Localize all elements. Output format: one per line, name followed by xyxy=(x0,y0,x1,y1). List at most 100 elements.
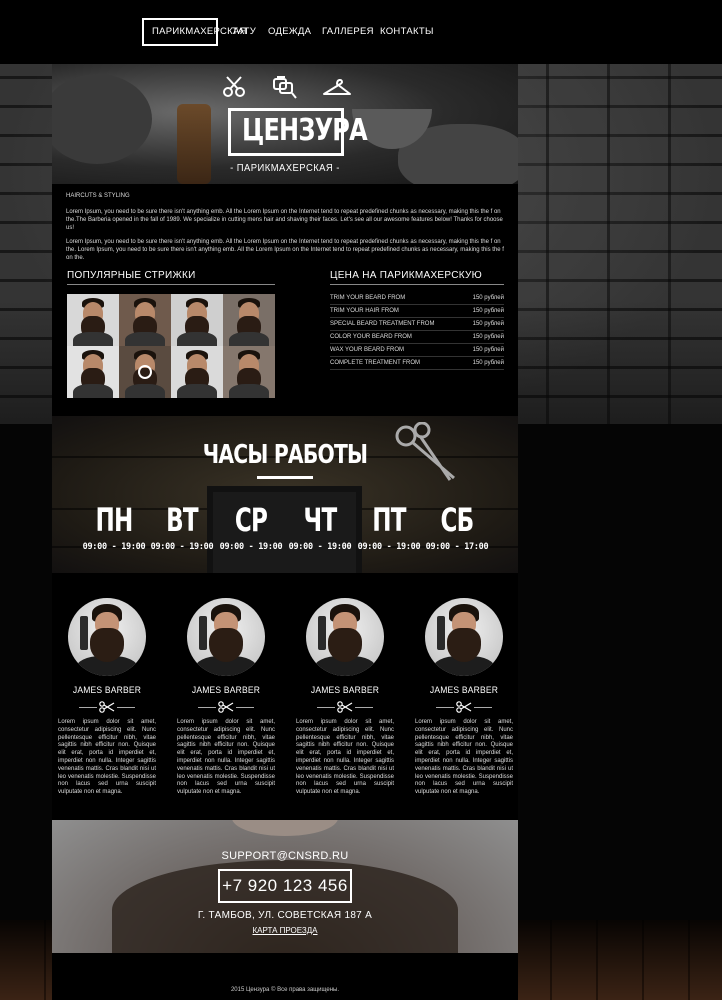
main-content: ЦЕНЗУРА - ПАРИКМАХЕРСКАЯ - HAIRCUTS & ST… xyxy=(52,64,518,1000)
map-link-wrapper: КАРТА ПРОЕЗДА xyxy=(52,926,518,935)
price-service: TRIM YOUR HAIR FROM xyxy=(330,308,399,314)
day-time: 09:00 - 17:00 xyxy=(425,542,489,552)
scissors-icon xyxy=(223,76,245,97)
prices-title-text: ЦЕНА НА ПАРИКМАХЕРСКУЮ xyxy=(330,270,483,281)
barber-name: JAMES BARBER xyxy=(191,685,261,696)
price-row: COMPLETE TREATMENT FROM 150 рублей xyxy=(330,357,504,370)
day-tuesday: ВТ 09:00 - 19:00 xyxy=(147,502,217,552)
nav-item-clothing[interactable]: ОДЕЖДА xyxy=(268,18,311,46)
barber-description: Lorem ipsum dolor sit amet, consectetur … xyxy=(415,719,513,796)
barber-photo[interactable] xyxy=(425,598,503,676)
barber-name: JAMES BARBER xyxy=(310,685,380,696)
intro-paragraph-1: Lorem Ipsum, you need to be sure there i… xyxy=(66,209,503,231)
footer-copyright: 2015 Цензура © Все права защищены. xyxy=(230,987,340,993)
price-value: 150 рублей xyxy=(472,334,504,340)
barber-card: JAMES BARBER Lorem ipsum dolor sit amet,… xyxy=(58,598,156,797)
contact-phone[interactable]: +7 920 123 456 xyxy=(218,869,352,903)
nav-item-gallery[interactable]: ГАЛЛЕРЕЯ xyxy=(322,18,373,46)
intro-section: HAIRCUTS & STYLING Lorem Ipsum, you need… xyxy=(66,192,508,268)
day-saturday: СБ 09:00 - 17:00 xyxy=(422,502,492,552)
scissors-icon xyxy=(337,701,353,713)
working-hours-section: ЧАСЫ РАБОТЫ ПН 09:00 - 19:00 ВТ 09:00 - … xyxy=(52,416,518,573)
scissors-icon xyxy=(218,701,234,713)
hours-title-underline xyxy=(257,476,313,479)
price-list: TRIM YOUR BEARD FROM 150 рублей TRIM YOUR… xyxy=(330,292,504,370)
price-service: SPECIAL BEARD TREATMENT FROM xyxy=(330,321,435,327)
gallery-thumb[interactable] xyxy=(223,294,275,346)
hero-towel-left xyxy=(52,74,152,164)
hanger-icon xyxy=(323,78,351,95)
price-row: TRIM YOUR BEARD FROM 150 рублей xyxy=(330,292,504,305)
hero-shaving-brush xyxy=(177,104,211,184)
intro-paragraph-2: Lorem Ipsum, you need to be sure there i… xyxy=(66,239,504,261)
barber-divider xyxy=(317,701,373,713)
barber-photo[interactable] xyxy=(306,598,384,676)
gallery-thumb[interactable] xyxy=(171,346,223,398)
gallery-thumb[interactable] xyxy=(171,294,223,346)
barber-divider xyxy=(198,701,254,713)
tattoo-machine-icon xyxy=(273,76,297,99)
barber-photo[interactable] xyxy=(68,598,146,676)
day-name: СБ xyxy=(440,501,474,539)
gallery-thumb[interactable] xyxy=(67,346,119,398)
barber-photo[interactable] xyxy=(187,598,265,676)
logo-text: ЦЕНЗУРА xyxy=(242,113,368,148)
day-wednesday: СР 09:00 - 19:00 xyxy=(216,502,286,552)
price-service: TRIM YOUR BEARD FROM xyxy=(330,295,406,301)
contact-bg-face xyxy=(232,820,338,836)
nav-item-barbershop[interactable]: ПАРИКМАХЕРСКАЯ xyxy=(142,18,247,46)
gallery-thumb-zoom[interactable] xyxy=(119,346,171,398)
nav-item-contacts[interactable]: КОНТАКТЫ xyxy=(380,18,433,46)
price-value: 150 рублей xyxy=(472,360,504,366)
day-name: СР xyxy=(234,501,268,539)
intro-heading: HAIRCUTS & STYLING xyxy=(66,193,130,199)
barber-divider xyxy=(79,701,135,713)
popular-title-underline xyxy=(67,284,275,285)
price-row: WAX YOUR BEARD FROM 150 рублей xyxy=(330,344,504,357)
popular-haircuts-title-text: ПОПУЛЯРНЫЕ СТРИЖКИ xyxy=(67,270,196,281)
site-logo[interactable]: ЦЕНЗУРА xyxy=(228,108,368,156)
barber-card: JAMES BARBER Lorem ipsum dolor sit amet,… xyxy=(296,598,394,797)
top-navigation: ПАРИКМАХЕРСКАЯ ТАТУ ОДЕЖДА ГАЛЛЕРЕЯ КОНТ… xyxy=(0,0,722,64)
day-time: 09:00 - 19:00 xyxy=(357,542,421,552)
popular-haircuts-title: ПОПУЛЯРНЫЕ СТРИЖКИ xyxy=(67,270,275,285)
gallery-thumb[interactable] xyxy=(119,294,171,346)
barber-divider xyxy=(436,701,492,713)
price-row: COLOR YOUR BEARD FROM 150 рублей xyxy=(330,331,504,344)
contact-section: SUPPORT@CNSRD.RU +7 920 123 456 Г. ТАМБО… xyxy=(52,820,518,953)
prices-title: ЦЕНА НА ПАРИКМАХЕРСКУЮ xyxy=(330,270,504,285)
day-time: 09:00 - 19:00 xyxy=(219,542,283,552)
price-service: WAX YOUR BEARD FROM xyxy=(330,347,405,353)
barber-description: Lorem ipsum dolor sit amet, consectetur … xyxy=(296,719,394,796)
day-time: 09:00 - 19:00 xyxy=(288,542,352,552)
day-thursday: ЧТ 09:00 - 19:00 xyxy=(285,502,355,552)
nav-item-tattoo[interactable]: ТАТУ xyxy=(228,18,260,46)
barber-description: Lorem ipsum dolor sit amet, consectetur … xyxy=(177,719,275,796)
gallery-thumb[interactable] xyxy=(67,294,119,346)
price-value: 150 рублей xyxy=(472,308,504,314)
map-link[interactable]: КАРТА ПРОЕЗДА xyxy=(252,926,317,935)
price-value: 150 рублей xyxy=(472,295,504,301)
day-time: 09:00 - 19:00 xyxy=(150,542,214,552)
barber-name: JAMES BARBER xyxy=(72,685,142,696)
contact-address: Г. ТАМБОВ, УЛ. СОВЕТСКАЯ 187 А xyxy=(197,910,373,921)
price-value: 150 рублей xyxy=(472,347,504,353)
logo-subtitle: - ПАРИКМАХЕРСКАЯ - xyxy=(230,162,340,174)
contact-email[interactable]: SUPPORT@CNSRD.RU xyxy=(52,850,518,862)
day-friday: ПТ 09:00 - 19:00 xyxy=(354,502,424,552)
hero-banner: ЦЕНЗУРА - ПАРИКМАХЕРСКАЯ - xyxy=(52,64,518,184)
scissors-icon xyxy=(99,701,115,713)
barber-description: Lorem ipsum dolor sit amet, consectetur … xyxy=(58,719,156,796)
day-name: ВТ xyxy=(166,501,199,539)
day-name: ПТ xyxy=(372,501,406,539)
gallery-thumb[interactable] xyxy=(223,346,275,398)
barber-card: JAMES BARBER Lorem ipsum dolor sit amet,… xyxy=(415,598,513,797)
price-row: TRIM YOUR HAIR FROM 150 рублей xyxy=(330,305,504,318)
price-value: 150 рублей xyxy=(472,321,504,327)
day-time: 09:00 - 19:00 xyxy=(82,542,146,552)
barber-name: JAMES BARBER xyxy=(429,685,499,696)
barber-card: JAMES BARBER Lorem ipsum dolor sit amet,… xyxy=(177,598,275,797)
day-monday: ПН 09:00 - 19:00 xyxy=(79,502,149,552)
hero-icons xyxy=(222,74,352,100)
price-service: COLOR YOUR BEARD FROM xyxy=(330,334,412,340)
